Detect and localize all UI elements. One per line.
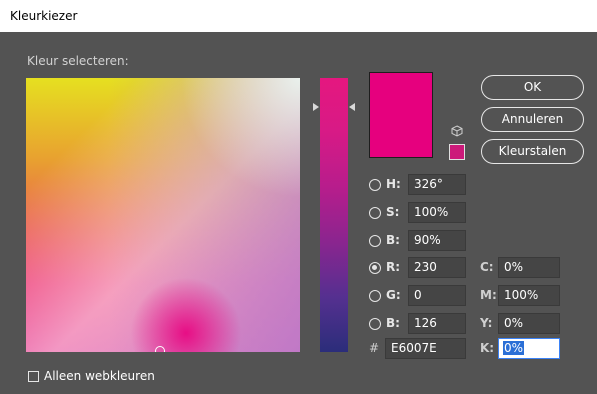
cyan-label: C:: [480, 260, 494, 274]
color-field-hotspot: [121, 278, 251, 352]
color-field[interactable]: [26, 78, 300, 352]
red-row: R: 230: [369, 257, 469, 279]
magenta-input[interactable]: 100%: [498, 285, 560, 306]
black-input-selection: 0%: [503, 341, 525, 355]
blue-label: B:: [386, 316, 400, 330]
black-label: K:: [480, 341, 495, 355]
color-field-picker-ring[interactable]: [155, 346, 165, 352]
hue-row: H: 326°: [369, 174, 469, 196]
magenta-row: M: 100%: [480, 285, 562, 307]
hue-slider[interactable]: [320, 78, 348, 352]
color-picker-dialog: Kleur selecteren: OK Annuleren Kleurstal…: [0, 32, 597, 394]
black-row: K: 0%: [480, 338, 562, 360]
web-colors-checkbox[interactable]: [28, 371, 39, 382]
green-row: G: 0: [369, 285, 469, 307]
blue-radio[interactable]: [369, 318, 381, 330]
saturation-label: S:: [386, 205, 400, 219]
new-color-swatch: [369, 72, 433, 158]
brightness-label: B:: [386, 233, 400, 247]
section-label: Kleur selecteren:: [27, 54, 129, 68]
cyan-row: C: 0%: [480, 257, 562, 279]
black-input[interactable]: 0%: [498, 338, 560, 359]
swatches-button[interactable]: Kleurstalen: [481, 139, 584, 164]
cyan-input[interactable]: 0%: [498, 257, 560, 278]
hue-slider-left-handle-icon[interactable]: [313, 103, 319, 111]
web-colors-label[interactable]: Alleen webkleuren: [44, 369, 155, 383]
saturation-input[interactable]: 100%: [408, 202, 466, 223]
web-safe-swatch[interactable]: [449, 144, 465, 160]
yellow-input[interactable]: 0%: [498, 313, 560, 334]
hex-row: # E6007E: [369, 338, 469, 360]
red-label: R:: [386, 260, 401, 274]
yellow-label: Y:: [480, 316, 493, 330]
green-radio[interactable]: [369, 290, 381, 302]
brightness-row: B: 90%: [369, 230, 469, 252]
hex-label: #: [369, 341, 380, 355]
hex-input[interactable]: E6007E: [385, 338, 466, 359]
hue-label: H:: [386, 177, 401, 191]
blue-row: B: 126: [369, 313, 469, 335]
color-field-highlight: [180, 78, 300, 198]
hue-radio[interactable]: [369, 179, 381, 191]
brightness-radio[interactable]: [369, 235, 381, 247]
red-radio[interactable]: [369, 262, 381, 274]
red-input[interactable]: 230: [408, 257, 466, 278]
window-title: Kleurkiezer: [10, 9, 78, 23]
saturation-radio[interactable]: [369, 207, 381, 219]
ok-button[interactable]: OK: [481, 75, 584, 100]
title-bar: Kleurkiezer: [0, 0, 597, 32]
yellow-row: Y: 0%: [480, 313, 562, 335]
cube-icon: [451, 125, 463, 137]
saturation-row: S: 100%: [369, 202, 469, 224]
green-input[interactable]: 0: [408, 285, 466, 306]
magenta-label: M:: [480, 288, 497, 302]
green-label: G:: [386, 288, 401, 302]
hue-slider-right-handle-icon[interactable]: [349, 103, 355, 111]
brightness-input[interactable]: 90%: [408, 230, 466, 251]
blue-input[interactable]: 126: [408, 313, 466, 334]
cancel-button[interactable]: Annuleren: [481, 107, 584, 132]
hue-input[interactable]: 326°: [408, 174, 466, 195]
